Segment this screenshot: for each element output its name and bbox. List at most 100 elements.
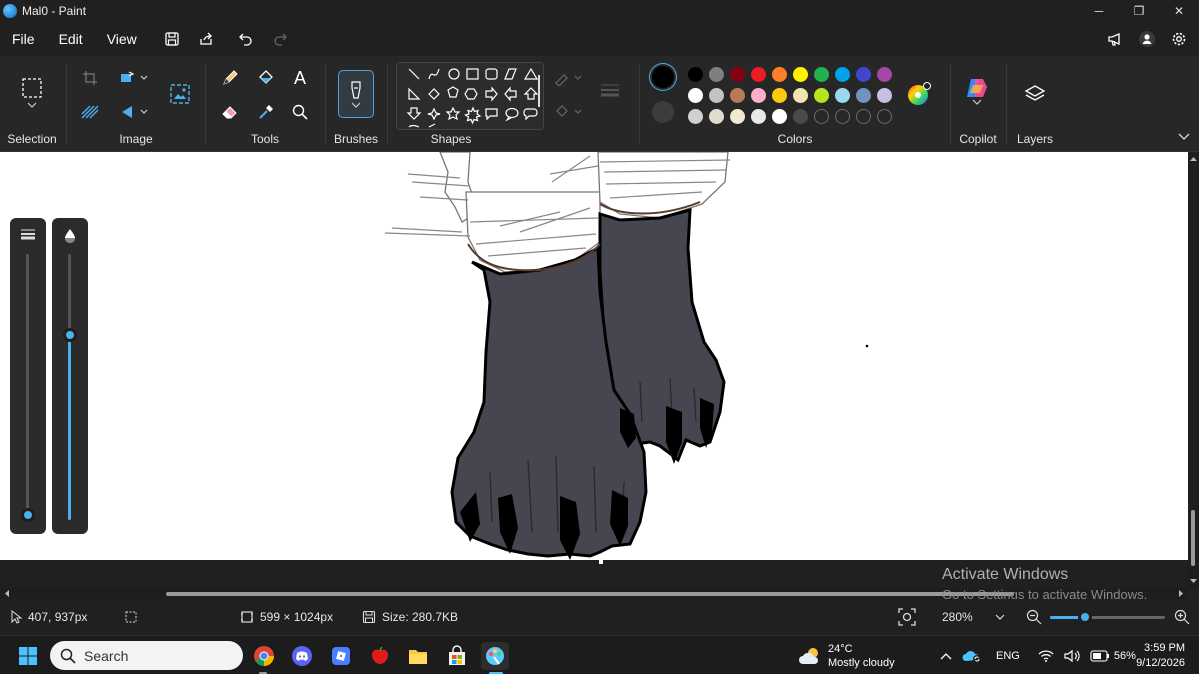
color-swatch[interactable] bbox=[751, 67, 766, 82]
color-swatch[interactable] bbox=[877, 88, 892, 103]
eraser-icon[interactable] bbox=[216, 98, 244, 126]
zoom-in-icon[interactable] bbox=[1174, 609, 1190, 628]
color-swatch[interactable] bbox=[688, 109, 703, 124]
weather-widget[interactable]: 24°C Mostly cloudy bbox=[798, 640, 895, 672]
color-swatch[interactable] bbox=[814, 88, 829, 103]
minimize-button[interactable]: ─ bbox=[1079, 0, 1119, 22]
crop-icon[interactable] bbox=[76, 64, 104, 92]
text-tool-icon[interactable]: A bbox=[286, 64, 314, 92]
close-button[interactable]: ✕ bbox=[1159, 0, 1199, 22]
image-background-icon[interactable] bbox=[166, 80, 194, 108]
flip-icon[interactable] bbox=[114, 98, 154, 126]
share-icon[interactable] bbox=[189, 24, 223, 54]
color-swatch[interactable] bbox=[877, 67, 892, 82]
account-icon[interactable] bbox=[1133, 24, 1161, 54]
color-swatch[interactable] bbox=[856, 67, 871, 82]
canvas-size-status: 599 × 1024px bbox=[240, 599, 333, 635]
fit-to-window-icon[interactable] bbox=[898, 608, 916, 629]
empty-color-slot[interactable] bbox=[877, 109, 892, 124]
save-icon[interactable] bbox=[155, 24, 189, 54]
menu-view[interactable]: View bbox=[95, 24, 149, 54]
color-swatch[interactable] bbox=[793, 88, 808, 103]
color-swatch[interactable] bbox=[835, 88, 850, 103]
zoom-dropdown[interactable]: 280% bbox=[930, 606, 1010, 628]
color-swatch[interactable] bbox=[772, 88, 787, 103]
megaphone-icon[interactable] bbox=[1101, 24, 1129, 54]
color-swatch[interactable] bbox=[772, 67, 787, 82]
ribbon-collapse-chevron-icon[interactable] bbox=[1174, 128, 1194, 146]
activate-windows-title: Activate Windows bbox=[942, 566, 1069, 583]
settings-gear-icon[interactable] bbox=[1165, 24, 1193, 54]
roblox-icon[interactable] bbox=[327, 642, 355, 670]
onedrive-sync-icon[interactable] bbox=[962, 648, 982, 664]
tray-chevron-up-icon[interactable] bbox=[940, 652, 952, 660]
color-swatch[interactable] bbox=[709, 88, 724, 103]
vertical-scrollbar[interactable] bbox=[1188, 152, 1199, 588]
color-swatch[interactable] bbox=[856, 88, 871, 103]
primary-color-swatch[interactable] bbox=[652, 66, 674, 88]
shape-fill-icon[interactable] bbox=[552, 98, 586, 126]
fill-bucket-icon[interactable] bbox=[252, 64, 280, 92]
color-swatch[interactable] bbox=[814, 67, 829, 82]
color-swatch[interactable] bbox=[835, 67, 850, 82]
discord-icon[interactable] bbox=[288, 642, 316, 670]
shape-outline-icon[interactable] bbox=[552, 64, 586, 92]
empty-color-slot[interactable] bbox=[856, 109, 871, 124]
vertical-scroll-thumb[interactable] bbox=[1191, 510, 1195, 566]
empty-color-slot[interactable] bbox=[835, 109, 850, 124]
image-select-icon[interactable] bbox=[76, 98, 104, 126]
tools-group: A Tools bbox=[206, 56, 324, 152]
language-indicator[interactable]: ENG bbox=[996, 650, 1020, 662]
edit-colors-rainbow-icon[interactable] bbox=[905, 80, 933, 108]
color-swatch[interactable] bbox=[793, 67, 808, 82]
secondary-color-swatch[interactable] bbox=[652, 101, 674, 123]
pencil-icon[interactable] bbox=[216, 64, 244, 92]
paint-taskbar-icon[interactable] bbox=[481, 642, 509, 670]
color-swatch[interactable] bbox=[709, 109, 724, 124]
zoom-slider-knob[interactable] bbox=[1078, 610, 1092, 624]
brush-selector-button[interactable] bbox=[338, 70, 374, 118]
file-explorer-icon[interactable] bbox=[404, 642, 432, 670]
drawing-canvas[interactable] bbox=[0, 152, 1188, 560]
color-swatch[interactable] bbox=[709, 67, 724, 82]
wifi-icon[interactable] bbox=[1038, 649, 1054, 663]
microsoft-store-icon[interactable] bbox=[443, 642, 471, 670]
menu-file[interactable]: File bbox=[0, 24, 47, 54]
color-swatch[interactable] bbox=[688, 88, 703, 103]
zoom-out-icon[interactable] bbox=[1026, 609, 1042, 628]
line-thickness-icon[interactable] bbox=[596, 76, 624, 104]
resize-icon[interactable] bbox=[114, 64, 154, 92]
layers-icon[interactable] bbox=[1021, 80, 1049, 108]
canvas-resize-handle[interactable] bbox=[599, 560, 603, 564]
copilot-group: Copilot bbox=[951, 56, 1005, 152]
taskbar-clock[interactable]: 3:59 PM 9/12/2026 bbox=[1136, 641, 1185, 671]
color-picker-icon[interactable] bbox=[252, 98, 280, 126]
menu-edit[interactable]: Edit bbox=[47, 24, 95, 54]
opacity-knob[interactable] bbox=[63, 328, 77, 342]
empty-color-slot[interactable] bbox=[814, 109, 829, 124]
chrome-icon[interactable] bbox=[250, 642, 278, 670]
color-swatch[interactable] bbox=[730, 88, 745, 103]
selection-chevron-down-icon[interactable] bbox=[18, 98, 46, 112]
brush-size-track[interactable] bbox=[26, 254, 29, 520]
taskbar-search-box[interactable]: Search bbox=[50, 641, 243, 670]
battery-icon[interactable] bbox=[1090, 649, 1110, 662]
color-swatch[interactable] bbox=[730, 67, 745, 82]
copilot-icon[interactable] bbox=[963, 74, 991, 108]
undo-icon[interactable] bbox=[229, 24, 263, 54]
red-app-icon[interactable] bbox=[366, 642, 394, 670]
color-swatch[interactable] bbox=[751, 109, 766, 124]
color-swatch[interactable] bbox=[751, 88, 766, 103]
horizontal-scroll-thumb[interactable] bbox=[166, 592, 1014, 596]
color-swatch[interactable] bbox=[772, 109, 787, 124]
restore-button[interactable]: ❐ bbox=[1119, 0, 1159, 22]
color-swatch[interactable] bbox=[793, 109, 808, 124]
color-swatch[interactable] bbox=[730, 109, 745, 124]
volume-icon[interactable] bbox=[1064, 649, 1080, 663]
redo-icon[interactable] bbox=[263, 24, 297, 54]
opacity-slider-panel bbox=[52, 218, 88, 534]
brush-size-knob[interactable] bbox=[21, 508, 35, 522]
windows-start-icon[interactable] bbox=[14, 642, 42, 670]
magnifier-icon[interactable] bbox=[286, 98, 314, 126]
color-swatch[interactable] bbox=[688, 67, 703, 82]
